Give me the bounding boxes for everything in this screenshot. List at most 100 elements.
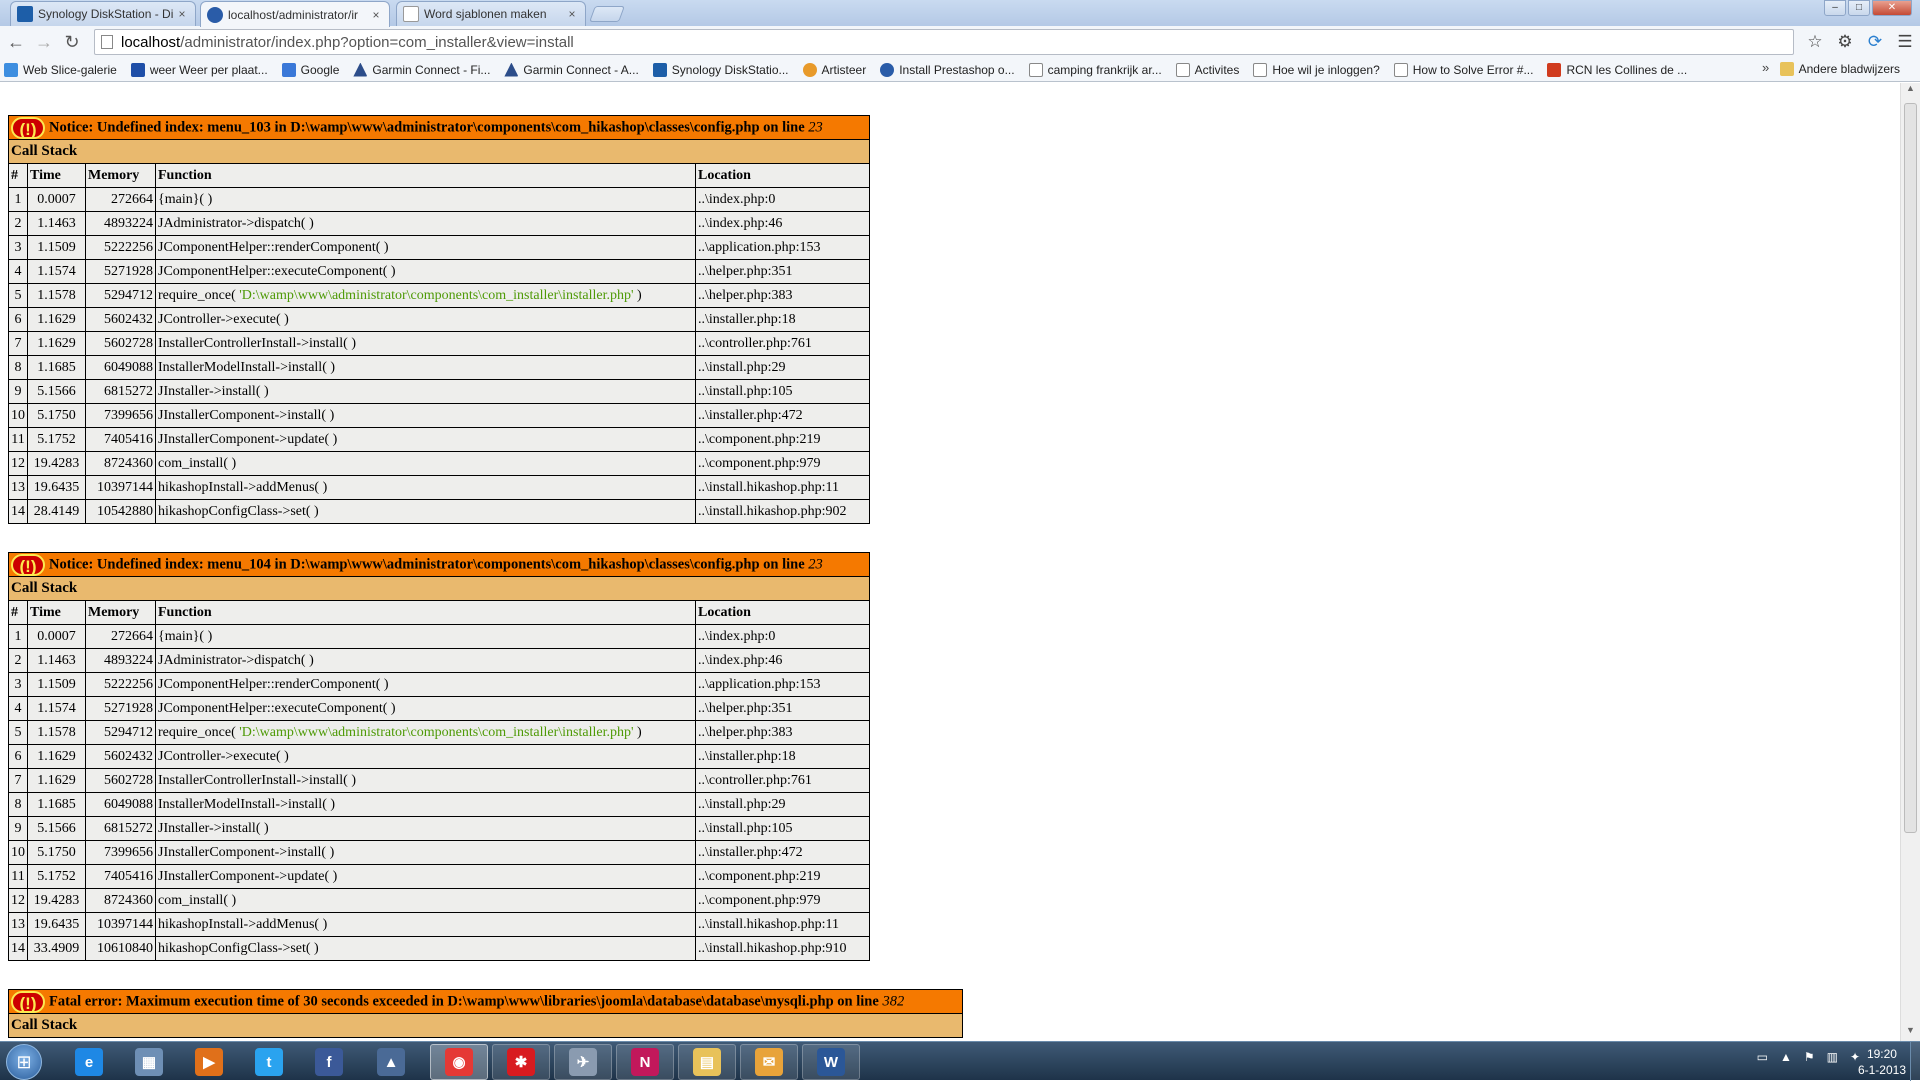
- tab-label: Word sjablonen maken: [424, 7, 547, 21]
- bookmark-garmin-1[interactable]: Garmin Connect - Fi...: [353, 62, 490, 77]
- close-icon[interactable]: ×: [565, 7, 579, 21]
- callstack-header: Call Stack: [8, 576, 870, 601]
- taskbar-app-chrome[interactable]: ◉: [430, 1044, 488, 1080]
- stack-index: 10: [8, 403, 28, 428]
- stack-function: com_install( ): [155, 888, 696, 913]
- stack-memory: 10542880: [85, 499, 156, 524]
- new-tab-button[interactable]: [589, 6, 625, 22]
- clock[interactable]: 19:20 6-1-2013: [1858, 1046, 1906, 1078]
- stack-time: 1.1629: [27, 307, 86, 332]
- tab-label: Synology DiskStation - Di: [38, 7, 174, 21]
- stack-time: 1.1629: [27, 768, 86, 793]
- wrench-icon[interactable]: ⚙: [1830, 29, 1860, 55]
- url-path: /administrator/index.php?option=com_inst…: [180, 33, 574, 51]
- synology-icon: [17, 6, 33, 22]
- bookmark-garmin-2[interactable]: Garmin Connect - A...: [504, 62, 639, 77]
- error-header: (!) Fatal error: Maximum execution time o…: [8, 989, 963, 1014]
- taskbar-app-garmin[interactable]: ▲: [362, 1044, 420, 1080]
- reload-button[interactable]: ↻: [58, 28, 86, 56]
- address-bar[interactable]: localhost/administrator/index.php?option…: [94, 29, 1794, 55]
- bookmark-solve-error[interactable]: How to Solve Error #...: [1393, 62, 1533, 77]
- keyboard-icon[interactable]: ▭: [1757, 1050, 1768, 1064]
- sync-icon[interactable]: ⟳: [1860, 29, 1890, 55]
- star-icon[interactable]: ☆: [1800, 29, 1830, 55]
- taskbar-app-explorer[interactable]: ▤: [678, 1044, 736, 1080]
- stack-index: 9: [8, 816, 28, 841]
- action-center-flag-icon[interactable]: ⚑: [1804, 1050, 1815, 1064]
- function-name: hikashopConfigClass->set( ): [158, 503, 319, 519]
- bookmark-artisteer[interactable]: Artisteer: [802, 62, 866, 77]
- close-icon[interactable]: ×: [369, 8, 383, 22]
- stack-time: 19.6435: [27, 475, 86, 500]
- show-desktop-button[interactable]: [1910, 1042, 1920, 1081]
- taskbar-app-calculator[interactable]: ▦: [120, 1044, 178, 1080]
- taskbar-app-airplane[interactable]: ✈: [554, 1044, 612, 1080]
- explorer-icon: ▤: [693, 1048, 721, 1076]
- taskbar-app-ie[interactable]: e: [60, 1044, 118, 1080]
- bookmark-rcn[interactable]: RCN les Collines de ...: [1547, 62, 1687, 77]
- scrollbar-thumb[interactable]: [1904, 103, 1917, 833]
- bookmarks-overflow-icon[interactable]: »: [1762, 60, 1769, 75]
- stack-location: ..\component.php:979: [695, 451, 870, 476]
- stack-location: ..\controller.php:761: [695, 331, 870, 356]
- stack-function: InstallerControllerInstall->install( ): [155, 768, 696, 793]
- tab-localhost[interactable]: localhost/administrator/ir ×: [200, 1, 390, 27]
- callstack-row: 11 5.1752 7405416 JInstallerComponent->upda…: [8, 427, 870, 452]
- bookmark-web-slice[interactable]: Web Slice-galerie: [4, 62, 117, 77]
- stack-location: ..\application.php:153: [695, 672, 870, 697]
- bookmark-activites[interactable]: Activites: [1175, 62, 1239, 77]
- bookmark-camping[interactable]: camping frankrijk ar...: [1028, 62, 1162, 77]
- taskbar-app-onenote[interactable]: N: [616, 1044, 674, 1080]
- stack-function: InstallerModelInstall->install( ): [155, 792, 696, 817]
- stack-memory: 5602728: [85, 768, 156, 793]
- other-bookmarks[interactable]: Andere bladwijzers: [1779, 62, 1900, 76]
- back-button[interactable]: ←: [2, 28, 30, 56]
- close-icon[interactable]: ×: [175, 7, 189, 21]
- calculator-icon: ▦: [135, 1048, 163, 1076]
- bookmark-label: Garmin Connect - A...: [523, 62, 639, 77]
- minimize-button[interactable]: –: [1824, 0, 1846, 16]
- maximize-button[interactable]: □: [1848, 0, 1870, 16]
- tab-word-sjablonen[interactable]: Word sjablonen maken ×: [396, 1, 586, 26]
- function-name: JAdministrator->dispatch( ): [158, 215, 314, 231]
- network-icon[interactable]: ▥: [1827, 1050, 1838, 1064]
- stack-memory: 8724360: [85, 888, 156, 913]
- stack-memory: 6815272: [85, 379, 156, 404]
- stack-location: ..\installer.php:18: [695, 307, 870, 332]
- bookmark-google[interactable]: Google: [281, 62, 339, 77]
- bookmark-inloggen[interactable]: Hoe wil je inloggen?: [1253, 62, 1380, 77]
- scroll-down-icon[interactable]: ▼: [1901, 1025, 1920, 1041]
- tab-synology[interactable]: Synology DiskStation - Di ×: [10, 1, 196, 26]
- taskbar-app-word[interactable]: W: [802, 1044, 860, 1080]
- forward-button[interactable]: →: [30, 28, 58, 56]
- bookmark-prestashop[interactable]: Install Prestashop o...: [880, 62, 1015, 77]
- stack-index: 13: [8, 475, 28, 500]
- menu-icon[interactable]: ☰: [1890, 29, 1920, 55]
- callstack-row: 12 19.4283 8724360 com_install( ) ..\compone…: [8, 888, 870, 913]
- page-icon: [1028, 62, 1043, 77]
- scroll-up-icon[interactable]: ▲: [1901, 83, 1920, 99]
- taskbar-app-outlook[interactable]: ✉: [740, 1044, 798, 1080]
- bookmark-label: Andere bladwijzers: [1798, 62, 1900, 76]
- vertical-scrollbar[interactable]: ▲ ▼: [1900, 83, 1920, 1041]
- tray-expand-icon[interactable]: ▲: [1780, 1050, 1792, 1064]
- callstack-row: 1 0.0007 272664 {main}( ) ..\index.php:0: [8, 624, 870, 649]
- taskbar-app-paint[interactable]: ✱: [492, 1044, 550, 1080]
- function-name: {main}( ): [158, 191, 213, 207]
- bookmark-weer[interactable]: weer Weer per plaat...: [130, 62, 268, 77]
- taskbar-app-facebook[interactable]: f: [300, 1044, 358, 1080]
- stack-location: ..\helper.php:383: [695, 283, 870, 308]
- function-name: JInstaller->install( ): [158, 383, 269, 399]
- stack-index: 11: [8, 427, 28, 452]
- start-button[interactable]: ⊞: [6, 1044, 42, 1080]
- taskbar-app-twitter[interactable]: t: [240, 1044, 298, 1080]
- stack-function: JAdministrator->dispatch( ): [155, 211, 696, 236]
- taskbar-app-media-player[interactable]: ▶: [180, 1044, 238, 1080]
- function-argument: 'D:\wamp\www\administrator\components\co…: [239, 287, 634, 303]
- window-close-button[interactable]: ✕: [1872, 0, 1912, 16]
- stack-function: hikashopConfigClass->set( ): [155, 936, 696, 961]
- stack-time: 1.1685: [27, 355, 86, 380]
- function-name: JAdministrator->dispatch( ): [158, 652, 314, 668]
- callstack-row: 14 33.4909 10610840 hikashopConfigClass->se…: [8, 936, 870, 961]
- bookmark-synology[interactable]: Synology DiskStatio...: [652, 62, 789, 77]
